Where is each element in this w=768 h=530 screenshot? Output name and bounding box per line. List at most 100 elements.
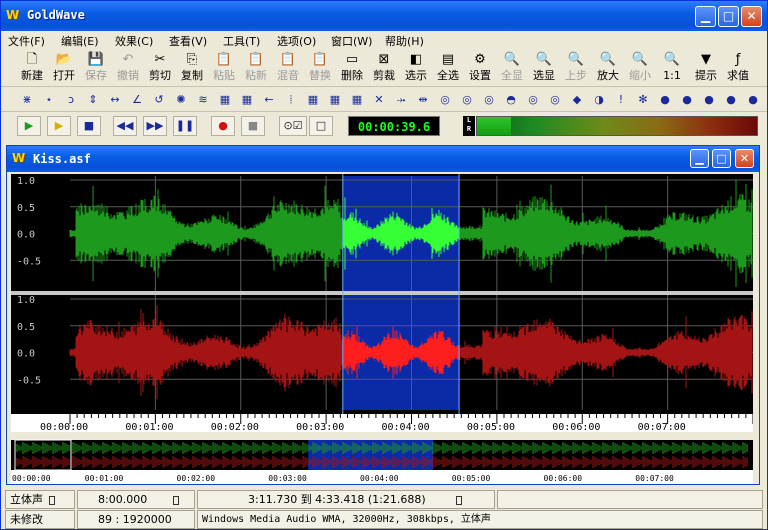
- toolbar-button-15[interactable]: 🔍 全显: [496, 51, 528, 85]
- effect-3-icon[interactable]: ↄ: [61, 91, 81, 109]
- effect-29-icon[interactable]: ✻: [633, 91, 653, 109]
- effect-23-icon[interactable]: ◓: [501, 91, 521, 109]
- toolbar-button-label: 全显: [501, 69, 523, 82]
- toolbar-button-7[interactable]: 📋 粘新: [240, 51, 272, 85]
- effect-14-icon[interactable]: ▦: [303, 91, 323, 109]
- copy-icon: ⎘: [186, 52, 198, 67]
- fast-forward-icon[interactable]: ▶▶: [143, 116, 167, 136]
- title-bar[interactable]: W GoldWave ▁ □ ✕: [1, 1, 767, 31]
- toolbar-button-2[interactable]: 💾 保存: [80, 51, 112, 85]
- toolbar-button-21[interactable]: ▼ 提示: [690, 51, 722, 85]
- stop-icon[interactable]: ■: [77, 116, 101, 136]
- effect-20-icon[interactable]: ◎: [435, 91, 455, 109]
- rewind-icon[interactable]: ◀◀: [113, 116, 137, 136]
- minimize-icon[interactable]: ▁: [695, 6, 716, 27]
- doc-close-icon[interactable]: ✕: [735, 149, 754, 168]
- toolbar-button-10[interactable]: ▭ 删除: [336, 51, 368, 85]
- toolbar-button-11[interactable]: ⊠ 剪裁: [368, 51, 400, 85]
- effect-28-icon[interactable]: !: [611, 91, 631, 109]
- window-icon[interactable]: □: [309, 116, 333, 136]
- toolbar-button-1[interactable]: 📂 打开: [48, 51, 80, 85]
- record-icon[interactable]: ●: [211, 116, 235, 136]
- menu-item-0[interactable]: 文件(F): [4, 32, 49, 50]
- menu-item-7[interactable]: 帮助(H): [381, 32, 428, 50]
- trim-icon: ⊠: [378, 52, 390, 67]
- toolbar-button-9[interactable]: 📋 替换: [304, 51, 336, 85]
- toolbar-button-22[interactable]: ƒ 求值: [722, 51, 754, 85]
- toolbar-button-label: 缩小: [629, 69, 651, 82]
- effect-34-icon[interactable]: ●: [743, 91, 763, 109]
- waveform-display[interactable]: 1.0 0.5 0.0 -0.5 1.0 0.5 0.0 -0.5 00:00:00 00:01:…: [11, 174, 754, 484]
- effect-12-icon[interactable]: ←: [259, 91, 279, 109]
- effect-21-icon[interactable]: ◎: [457, 91, 477, 109]
- effect-18-icon[interactable]: ⤞: [391, 91, 411, 109]
- effect-1-icon[interactable]: ⋇: [17, 91, 37, 109]
- effect-15-icon[interactable]: ▦: [325, 91, 345, 109]
- effect-9-icon[interactable]: ≋: [193, 91, 213, 109]
- effect-27-icon[interactable]: ◑: [589, 91, 609, 109]
- document-logo: W: [12, 151, 26, 165]
- effect-10-icon[interactable]: ▦: [215, 91, 235, 109]
- effect-13-icon[interactable]: ⦙: [281, 91, 301, 109]
- effect-31-icon[interactable]: ●: [677, 91, 697, 109]
- effect-6-icon[interactable]: ∠: [127, 91, 147, 109]
- effect-5-icon[interactable]: ↔: [105, 91, 125, 109]
- toolbar-button-label: 替换: [309, 69, 331, 82]
- left-channel[interactable]: 1.0 0.5 0.0 -0.5: [17, 176, 753, 291]
- effect-7-icon[interactable]: ↺: [149, 91, 169, 109]
- doc-minimize-icon[interactable]: ▁: [690, 149, 709, 168]
- effect-24-icon[interactable]: ◎: [523, 91, 543, 109]
- effect-30-icon[interactable]: ●: [655, 91, 675, 109]
- right-channel[interactable]: 1.0 0.5 0.0 -0.5: [17, 295, 753, 410]
- effect-19-icon[interactable]: ⇹: [413, 91, 433, 109]
- menu-item-4[interactable]: 工具(T): [219, 32, 264, 50]
- toolbar-button-20[interactable]: 🔍 1:1: [656, 51, 688, 85]
- toolbar-button-3[interactable]: ↶ 撤销: [112, 51, 144, 85]
- waveform-editor[interactable]: 1.0 0.5 0.0 -0.5 1.0 0.5 0.0 -0.5 00:00:00 00:01:…: [11, 174, 754, 484]
- toolbar-button-6[interactable]: 📋 粘贴: [208, 51, 240, 85]
- effect-8-icon[interactable]: ✺: [171, 91, 191, 109]
- menu-item-3[interactable]: 查看(V): [165, 32, 211, 50]
- effect-33-icon[interactable]: ●: [721, 91, 741, 109]
- toolbar-button-16[interactable]: 🔍 选显: [528, 51, 560, 85]
- open-folder-icon: 📂: [55, 52, 73, 67]
- toolbar-button-14[interactable]: ⚙ 设置: [464, 51, 496, 85]
- effect-22-icon[interactable]: ◎: [479, 91, 499, 109]
- effect-16-icon[interactable]: ▦: [347, 91, 367, 109]
- toolbar-button-19[interactable]: 🔍 缩小: [624, 51, 656, 85]
- menu-item-6[interactable]: 窗口(W): [327, 32, 376, 50]
- document-title-bar[interactable]: W Kiss.asf ▁ □ ✕: [7, 146, 759, 172]
- pause-icon[interactable]: ❚❚: [173, 116, 197, 136]
- toolbar-button-0[interactable]: 🗋 新建: [16, 51, 48, 85]
- toolbar-button-12[interactable]: ◧ 选示: [400, 51, 432, 85]
- effect-17-icon[interactable]: ✕: [369, 91, 389, 109]
- toolbar-button-4[interactable]: ✂ 剪切: [144, 51, 176, 85]
- effect-32-icon[interactable]: ●: [699, 91, 719, 109]
- menu-item-5[interactable]: 选项(O): [273, 32, 320, 50]
- play-selection-icon[interactable]: ▶: [47, 116, 71, 136]
- play-icon[interactable]: ▶: [17, 116, 41, 136]
- effect-2-icon[interactable]: ⋆: [39, 91, 59, 109]
- maximize-icon[interactable]: □: [718, 6, 739, 27]
- zoom-out-icon: 🔍: [631, 52, 649, 67]
- toolbar-button-label: 打开: [53, 69, 75, 82]
- toolbar-button-18[interactable]: 🔍 放大: [592, 51, 624, 85]
- toolbar-button-5[interactable]: ⎘ 复制: [176, 51, 208, 85]
- effect-4-icon[interactable]: ⇕: [83, 91, 103, 109]
- doc-maximize-icon[interactable]: □: [712, 149, 731, 168]
- toolbar-button-label: 设置: [469, 69, 491, 82]
- effect-11-icon[interactable]: ▦: [237, 91, 257, 109]
- toolbar-button-8[interactable]: 📋 混音: [272, 51, 304, 85]
- menu-item-1[interactable]: 编辑(E): [57, 32, 103, 50]
- amplitude-label: 0.5: [17, 203, 35, 214]
- toolbar-button-13[interactable]: ▤ 全选: [432, 51, 464, 85]
- effect-26-icon[interactable]: ◆: [567, 91, 587, 109]
- close-icon[interactable]: ✕: [741, 6, 762, 27]
- cue-icon: ▼: [701, 52, 711, 67]
- monitor-checkbox-icon[interactable]: ⊙☑: [279, 116, 307, 136]
- effect-25-icon[interactable]: ◎: [545, 91, 565, 109]
- time-label: 00:03:00: [296, 422, 344, 433]
- record-stop-icon[interactable]: ■: [241, 116, 265, 136]
- menu-item-2[interactable]: 效果(C): [111, 32, 157, 50]
- toolbar-button-17[interactable]: 🔍 上步: [560, 51, 592, 85]
